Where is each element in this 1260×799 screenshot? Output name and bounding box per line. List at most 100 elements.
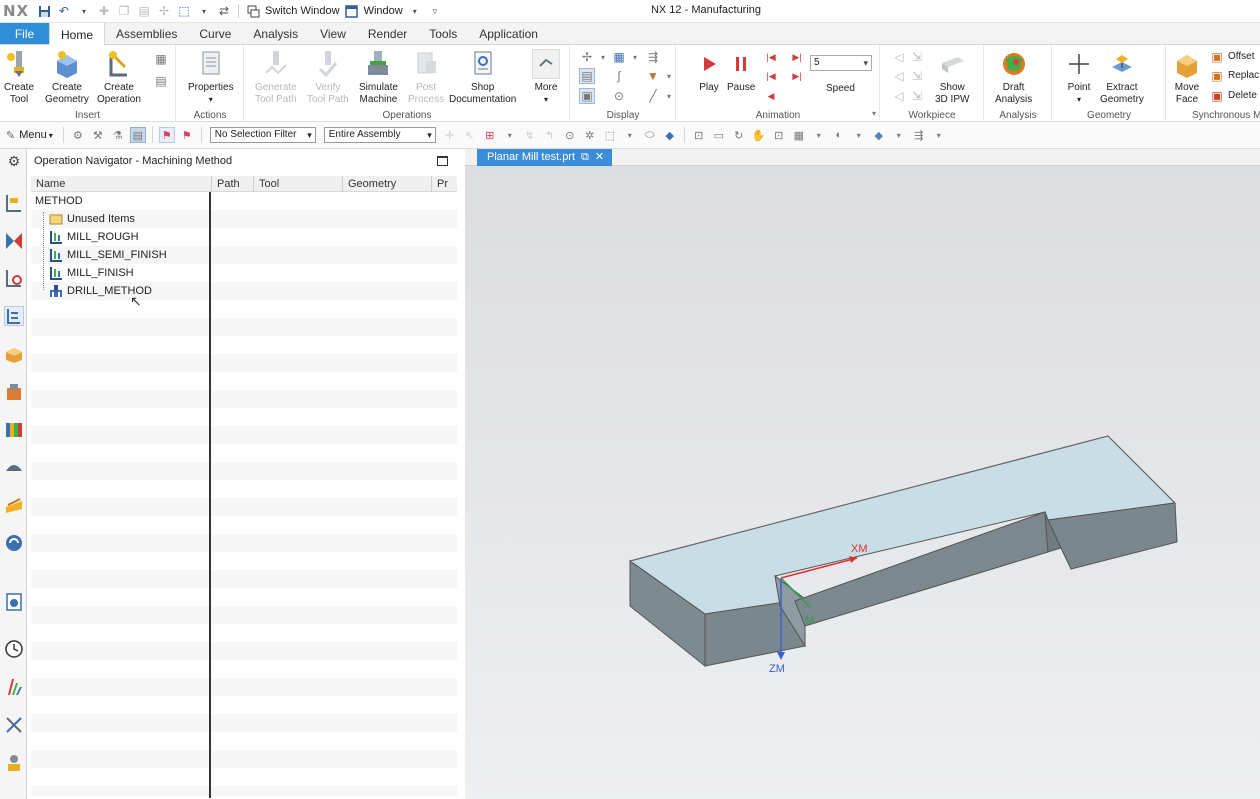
tree-root-method[interactable]: METHOD (35, 192, 83, 210)
tab-analysis[interactable]: Analysis (242, 23, 309, 44)
tab-render[interactable]: Render (357, 23, 418, 44)
box-select-icon[interactable]: ⬚ (602, 127, 618, 143)
undo-icon[interactable]: ↶ (56, 2, 72, 21)
snap-icon-6[interactable]: ✲ (582, 127, 598, 143)
filter-icon-1[interactable]: ⚑ (158, 127, 175, 143)
selection-dropdown-icon[interactable]: ▾ (196, 2, 212, 21)
list-item[interactable]: MILL_ROUGH (49, 228, 139, 246)
program-view-icon[interactable]: ⚙ (70, 127, 86, 143)
scope-select[interactable]: Entire Assembly (323, 127, 436, 143)
display-path-icon[interactable]: ✢ (579, 49, 595, 65)
selection-icon[interactable]: ⬚ (176, 2, 192, 21)
save-icon[interactable] (36, 2, 52, 21)
column-tool[interactable]: Tool (254, 176, 343, 192)
snap-icon-4[interactable]: ↯ (522, 127, 538, 143)
web-browser-icon[interactable] (4, 533, 24, 553)
offset-button[interactable]: Offset (1228, 51, 1255, 62)
list-item[interactable]: Unused Items (49, 210, 135, 228)
rewind-icon[interactable]: ◀ (763, 88, 779, 104)
list-item[interactable]: MILL_SEMI_FINISH (49, 246, 167, 264)
window-dropdown-icon[interactable]: ▾ (407, 2, 423, 21)
display-vectors-icon[interactable]: ⇶ (645, 49, 661, 65)
touch-mode-icon[interactable]: ⇄ (216, 2, 232, 21)
verify-tool-path-button[interactable]: Verify Tool Path (307, 49, 349, 106)
display-tool-icon[interactable]: ▼ (645, 68, 661, 84)
display-toolpath-dropdown-icon[interactable]: ▾ (627, 49, 643, 65)
filter-icon-2[interactable]: ⚑ (179, 127, 195, 143)
render-style-dropdown-icon[interactable]: ▾ (851, 127, 867, 143)
display-holder-icon[interactable]: ▣ (579, 88, 595, 104)
tab-curve[interactable]: Curve (188, 23, 242, 44)
properties-button[interactable]: Properties ▾ (188, 49, 234, 106)
show-hide-icon[interactable]: ⇶ (911, 127, 927, 143)
layout-dropdown-icon[interactable]: ▾ (811, 127, 827, 143)
method-view-icon[interactable]: ▤ (129, 127, 146, 143)
part-file-tab[interactable]: Planar Mill test.prt ⧉ ✕ (477, 149, 613, 166)
point-button[interactable]: Point ▾ (1065, 49, 1093, 106)
view-cube-icon[interactable]: ◆ (662, 127, 678, 143)
create-operation-button[interactable]: Create Operation (97, 49, 141, 106)
display-tool-dropdown-icon[interactable]: ▾ (661, 68, 677, 84)
workpiece-icon-5[interactable]: ◁ (891, 88, 907, 104)
offset-icon[interactable]: ▣ (1209, 49, 1225, 65)
constraint-navigator-icon[interactable] (4, 382, 24, 402)
delete-button[interactable]: Delete (1228, 90, 1257, 101)
delete-face-icon[interactable]: ▣ (1209, 88, 1225, 104)
undock-icon[interactable]: ⧉ (581, 149, 589, 166)
column-divider[interactable] (209, 192, 211, 798)
menu-button[interactable]: ✎ Menu ▾ (0, 129, 59, 142)
display-line-dropdown-icon[interactable]: ▾ (661, 88, 677, 104)
snap-dropdown-icon[interactable]: ▾ (502, 127, 518, 143)
show-hide-dropdown-icon[interactable]: ▾ (931, 127, 947, 143)
create-geometry-button[interactable]: Create Geometry (45, 49, 89, 106)
post-process-button[interactable]: Post Process (408, 49, 444, 106)
play-button[interactable]: Play (695, 49, 723, 94)
close-icon[interactable]: ✕ (595, 149, 604, 166)
display-cutter-icon[interactable]: ▤ (579, 68, 595, 84)
extract-geometry-button[interactable]: Extract Geometry (1100, 49, 1144, 106)
copy-icon[interactable]: ❐ (116, 2, 132, 21)
part-navigator-icon[interactable] (4, 419, 24, 439)
geometry-view-icon[interactable]: ⚗ (110, 127, 126, 143)
pause-button[interactable]: Pause (727, 49, 755, 94)
move-face-button[interactable]: Move Face (1173, 49, 1201, 106)
process-studio-icon[interactable] (4, 677, 24, 697)
snap-icon-2[interactable]: ↖ (462, 127, 478, 143)
tool-view-icon[interactable]: ⚒ (90, 127, 106, 143)
create-tool-button[interactable]: Create Tool (4, 49, 34, 106)
clock-icon[interactable] (4, 639, 24, 659)
display-path-dropdown-icon[interactable]: ▾ (595, 49, 611, 65)
maximize-icon[interactable] (437, 156, 448, 166)
create-program-icon[interactable]: ▤ (153, 73, 169, 89)
tab-home[interactable]: Home (49, 23, 106, 46)
column-program[interactable]: Pr (432, 176, 457, 192)
repeat-icon[interactable]: ✢ (156, 2, 172, 21)
show-3d-ipw-button[interactable]: Show 3D IPW (935, 49, 969, 106)
window-icon[interactable] (344, 2, 360, 21)
workpiece-icon-1[interactable]: ◁ (891, 49, 907, 65)
step-first-icon[interactable]: |◀ (763, 49, 779, 65)
fit-icon[interactable]: ⊡ (691, 127, 707, 143)
shop-documentation-button[interactable]: Shop Documentation (449, 49, 516, 106)
step-last-icon[interactable]: ▶| (789, 49, 805, 65)
tab-file[interactable]: File (0, 23, 49, 44)
column-path[interactable]: Path (212, 176, 254, 192)
zoom-icon[interactable]: ▭ (711, 127, 727, 143)
draft-analysis-button[interactable]: Draft Analysis (995, 49, 1032, 106)
graphics-window[interactable]: XM M ZM (465, 166, 1260, 799)
render-style-icon[interactable]: ◐ (831, 127, 847, 143)
switch-window-icon[interactable] (245, 2, 261, 21)
switch-window-button[interactable]: Switch Window (263, 5, 342, 17)
tab-application[interactable]: Application (468, 23, 549, 44)
more-button[interactable]: More ▾ (532, 49, 560, 106)
step-forward-icon[interactable]: ▶| (789, 68, 805, 84)
snap-icon-1[interactable]: ✛ (442, 127, 458, 143)
tab-tools[interactable]: Tools (418, 23, 468, 44)
pan-icon[interactable]: ✋ (751, 127, 767, 143)
create-method-icon[interactable]: ▦ (153, 51, 169, 67)
display-point-icon[interactable]: ⊙ (611, 88, 627, 104)
selection-filter-select[interactable]: No Selection Filter (209, 127, 316, 143)
simulate-machine-button[interactable]: Simulate Machine (359, 49, 398, 106)
workpiece-icon-2[interactable]: ⇲ (909, 49, 925, 65)
shaded-icon[interactable]: ◆ (871, 127, 887, 143)
